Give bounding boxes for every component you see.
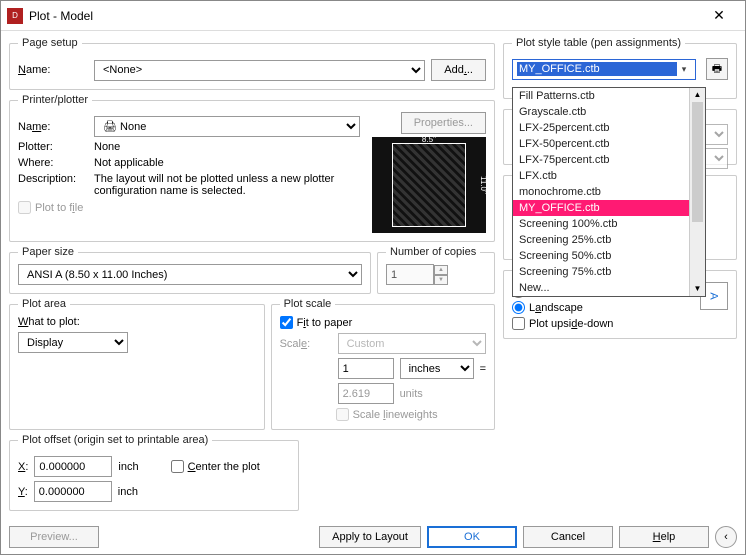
plot-style-option[interactable]: New... xyxy=(513,280,705,296)
what-to-plot-combo[interactable]: Display xyxy=(18,332,128,353)
copies-input xyxy=(386,264,434,285)
page-setup-legend: Page setup xyxy=(18,37,82,49)
plot-scale-group: Plot scale Fit to paper Scale: Custom inc… xyxy=(271,298,495,430)
fit-to-paper-label: Fit to paper xyxy=(297,317,353,329)
dialog-footer: Preview... Apply to Layout OK Cancel Hel… xyxy=(1,520,745,554)
plot-area-group: Plot area What to plot: Display xyxy=(9,298,265,430)
plotter-value: None xyxy=(94,141,120,153)
page-setup-name-label: Name: xyxy=(18,64,88,76)
center-plot-checkbox[interactable] xyxy=(171,460,184,473)
offset-x-unit: inch xyxy=(118,461,138,473)
printer-group: Printer/plotter Name: 🖨 None Plotter: Non… xyxy=(9,94,495,242)
offset-y-input[interactable] xyxy=(34,481,112,502)
collapse-button[interactable]: ‹ xyxy=(715,526,737,548)
scale-units-combo[interactable]: inches xyxy=(400,358,474,379)
plot-style-option[interactable]: Screening 25%.ctb xyxy=(513,232,705,248)
titlebar: D Plot - Model ✕ xyxy=(1,1,745,31)
scale-denominator-input xyxy=(338,383,394,404)
plot-style-selected: MY_OFFICE.ctb xyxy=(517,62,677,76)
where-value: Not applicable xyxy=(94,157,164,169)
printer-name-label: Name: xyxy=(18,121,88,133)
paper-preview: 8.5'' 11.0'' xyxy=(372,137,486,233)
where-label: Where: xyxy=(18,157,88,169)
copies-group: Number of copies ▲▼ xyxy=(377,246,495,294)
plot-style-option[interactable]: Screening 100%.ctb xyxy=(513,216,705,232)
dropdown-scrollbar[interactable]: ▲ ▼ xyxy=(689,88,705,296)
plot-offset-legend: Plot offset (origin set to printable are… xyxy=(18,434,212,446)
chevron-down-icon: ▾ xyxy=(677,64,691,75)
offset-y-label: Y: xyxy=(18,486,28,498)
plot-style-option[interactable]: LFX-50percent.ctb xyxy=(513,136,705,152)
upside-down-checkbox[interactable] xyxy=(512,317,525,330)
upside-down-label: Plot upside-down xyxy=(529,318,613,330)
plot-offset-group: Plot offset (origin set to printable are… xyxy=(9,434,299,511)
offset-x-input[interactable] xyxy=(34,456,112,477)
scroll-thumb[interactable] xyxy=(692,102,703,222)
offset-x-label: X: xyxy=(18,461,28,473)
edit-plot-style-button[interactable]: 🖶 xyxy=(706,58,728,80)
ok-button[interactable]: OK xyxy=(427,526,517,548)
landscape-radio[interactable] xyxy=(512,301,525,314)
preview-height: 11.0'' xyxy=(479,145,488,225)
scale-lineweights-label: Scale lineweights xyxy=(353,409,438,421)
plot-style-option[interactable]: LFX.ctb xyxy=(513,168,705,184)
description-value: The layout will not be plotted unless a … xyxy=(94,173,360,197)
landscape-label: Landscape xyxy=(529,302,583,314)
scroll-up-arrow[interactable]: ▲ xyxy=(690,88,705,102)
apply-to-layout-button[interactable]: Apply to Layout xyxy=(319,526,421,548)
copies-spin-down: ▼ xyxy=(434,275,448,285)
what-to-plot-label: What to plot: xyxy=(18,316,256,328)
description-label: Description: xyxy=(18,173,88,185)
copies-spin-up: ▲ xyxy=(434,265,448,275)
plot-scale-legend: Plot scale xyxy=(280,298,336,310)
window-title: Plot - Model xyxy=(29,9,699,23)
plot-to-file-label: Plot to file xyxy=(35,202,83,214)
scroll-down-arrow[interactable]: ▼ xyxy=(690,282,705,296)
copies-legend: Number of copies xyxy=(386,246,480,258)
preview-button: Preview... xyxy=(9,526,99,548)
plot-area-legend: Plot area xyxy=(18,298,70,310)
plot-style-option[interactable]: LFX-75percent.ctb xyxy=(513,152,705,168)
properties-button: Properties... xyxy=(401,112,486,134)
app-icon: D xyxy=(7,8,23,24)
plot-style-option[interactable]: monochrome.ctb xyxy=(513,184,705,200)
scale-numerator-input[interactable] xyxy=(338,358,394,379)
plot-style-group: Plot style table (pen assignments) MY_OF… xyxy=(503,37,737,99)
scale-lineweights-checkbox xyxy=(336,408,349,421)
add-button[interactable]: Add... xyxy=(431,59,486,81)
plot-dialog: D Plot - Model ✕ Page setup Name: <None>… xyxy=(0,0,746,555)
paper-size-combo[interactable]: ANSI A (8.50 x 11.00 Inches) xyxy=(18,264,362,285)
plot-style-option[interactable]: Screening 50%.ctb xyxy=(513,248,705,264)
offset-y-unit: inch xyxy=(118,486,138,498)
center-plot-label: Center the plot xyxy=(188,461,260,473)
plot-style-combo[interactable]: MY_OFFICE.ctb ▾ xyxy=(512,59,696,80)
paper-size-legend: Paper size xyxy=(18,246,78,258)
plot-to-file-checkbox xyxy=(18,201,31,214)
page-setup-name-combo[interactable]: <None> xyxy=(94,60,425,81)
scale-denom-unit: units xyxy=(400,388,423,400)
plot-style-dropdown-listbox[interactable]: ▲ ▼ Fill Patterns.ctbGrayscale.ctbLFX-25… xyxy=(512,87,706,297)
page-setup-group: Page setup Name: <None> Add... xyxy=(9,37,495,90)
plot-style-option[interactable]: Fill Patterns.ctb xyxy=(513,88,705,104)
fit-to-paper-checkbox[interactable] xyxy=(280,316,293,329)
plot-style-option[interactable]: Grayscale.ctb xyxy=(513,104,705,120)
scale-label: Scale: xyxy=(280,338,332,350)
close-button[interactable]: ✕ xyxy=(699,2,739,30)
plot-style-legend: Plot style table (pen assignments) xyxy=(512,37,685,49)
printer-name-combo[interactable]: 🖨 None xyxy=(94,116,360,137)
plotter-label: Plotter: xyxy=(18,141,88,153)
plot-style-option[interactable]: MY_OFFICE.ctb xyxy=(513,200,705,216)
plot-style-option[interactable]: LFX-25percent.ctb xyxy=(513,120,705,136)
help-button[interactable]: Help xyxy=(619,526,709,548)
scale-combo: Custom xyxy=(338,333,486,354)
paper-size-group: Paper size ANSI A (8.50 x 11.00 Inches) xyxy=(9,246,371,294)
printer-legend: Printer/plotter xyxy=(18,94,92,106)
plot-style-option[interactable]: Screening 75%.ctb xyxy=(513,264,705,280)
cancel-button[interactable]: Cancel xyxy=(523,526,613,548)
equals-label: = xyxy=(480,363,486,375)
